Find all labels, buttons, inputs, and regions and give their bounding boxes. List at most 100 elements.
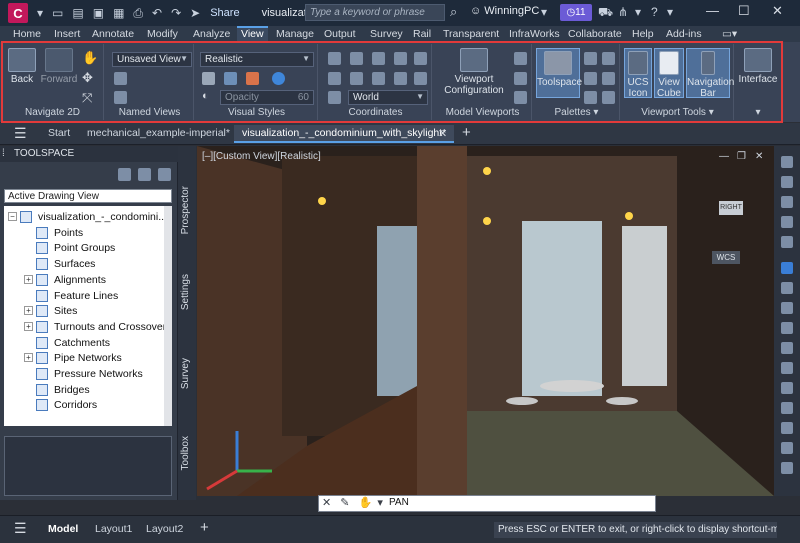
- ucs-icon-9[interactable]: [394, 72, 407, 85]
- undo-icon[interactable]: ↶: [152, 6, 162, 20]
- join-viewports-icon[interactable]: [514, 72, 527, 85]
- nav-item-icon-7[interactable]: [781, 302, 793, 314]
- command-customize-icon[interactable]: ✎: [340, 497, 349, 509]
- help-icon[interactable]: ?: [651, 5, 658, 19]
- viewport-close-icon[interactable]: ✕: [755, 151, 763, 162]
- view-manager-icon[interactable]: [114, 72, 127, 85]
- named-view-dropdown[interactable]: Unsaved View ▼: [112, 52, 192, 67]
- interface-button[interactable]: Interface: [738, 48, 778, 85]
- user-account[interactable]: ☺ WinningPC: [470, 5, 539, 17]
- forward-button[interactable]: Forward: [40, 48, 78, 85]
- app-logo[interactable]: C: [8, 3, 28, 23]
- nav-item-icon-2[interactable]: [781, 196, 793, 208]
- tree-item-bridges[interactable]: Bridges: [36, 382, 90, 397]
- expand-icon[interactable]: +: [24, 322, 33, 331]
- collapse-icon[interactable]: −: [8, 212, 17, 221]
- view-cube-button[interactable]: View Cube: [654, 48, 684, 99]
- tree-item-sites[interactable]: + Sites: [24, 303, 77, 318]
- sheet-set-icon[interactable]: [584, 91, 597, 104]
- sidetab-prospector[interactable]: Prospector: [180, 186, 191, 234]
- tree-item-point-groups[interactable]: Point Groups: [36, 240, 115, 255]
- tab-mechanical-example[interactable]: mechanical_example-imperial*: [87, 127, 230, 139]
- expand-icon[interactable]: +: [24, 353, 33, 362]
- nav-item-icon-5[interactable]: [781, 262, 793, 274]
- tab-rail[interactable]: Rail: [413, 28, 431, 40]
- tab-home[interactable]: Home: [13, 28, 41, 40]
- sidetab-survey[interactable]: Survey: [180, 358, 191, 389]
- tree-item-alignments[interactable]: + Alignments: [24, 272, 106, 287]
- ribbon-toggle-icon[interactable]: ▭▾: [722, 28, 737, 40]
- ucs-icon-3[interactable]: [372, 52, 385, 65]
- active-drawing-view-dropdown[interactable]: Active Drawing View: [4, 189, 172, 203]
- nav-item-icon-6[interactable]: [781, 282, 793, 294]
- new-view-icon[interactable]: [114, 91, 127, 104]
- network-dropdown-icon[interactable]: ▾: [635, 5, 641, 19]
- print-icon[interactable]: ⎙: [133, 6, 143, 21]
- face-style-icon[interactable]: [224, 72, 237, 85]
- tab-help[interactable]: Help: [632, 28, 654, 40]
- opacity-toggle-icon[interactable]: ◐: [202, 90, 209, 102]
- user-dropdown-icon[interactable]: ▾: [541, 5, 547, 19]
- save-icon[interactable]: ▣: [93, 6, 104, 20]
- nav-item-icon-11[interactable]: [781, 382, 793, 394]
- nav-item-icon-9[interactable]: [781, 342, 793, 354]
- expand-icon[interactable]: +: [24, 306, 33, 315]
- open-folder-icon[interactable]: ▤: [72, 6, 83, 20]
- coordinates-dropdown[interactable]: World ▼: [348, 90, 428, 105]
- toolspace-item-icon-2[interactable]: [138, 168, 151, 181]
- wcs-menu[interactable]: WCS: [712, 251, 740, 264]
- nav-item-icon-4[interactable]: [781, 236, 793, 248]
- maximize-button[interactable]: ☐: [738, 3, 750, 19]
- model-viewport[interactable]: [–][Custom View][Realistic] — ❐ ✕ RIGHT …: [197, 146, 774, 496]
- minimize-button[interactable]: —: [706, 3, 719, 18]
- edge-effects-icon[interactable]: [202, 72, 215, 85]
- notification-badge[interactable]: ◷ 11: [560, 4, 592, 21]
- ucs-icon-4[interactable]: [394, 52, 407, 65]
- menu-chevron-icon[interactable]: ▾: [37, 6, 43, 20]
- viewport-configuration-button[interactable]: Viewport Configuration: [438, 48, 510, 96]
- sidetab-settings[interactable]: Settings: [180, 274, 191, 310]
- tree-item-turnouts[interactable]: + Turnouts and Crossovers: [24, 319, 172, 334]
- search-input[interactable]: Type a keyword or phrase: [305, 4, 445, 21]
- share-button[interactable]: Share: [210, 7, 239, 19]
- restore-viewports-icon[interactable]: [514, 91, 527, 104]
- hamburger-menu-icon[interactable]: ☰: [14, 125, 27, 142]
- tab-model[interactable]: Model: [48, 523, 78, 535]
- tab-modify[interactable]: Modify: [147, 28, 178, 40]
- tree-item-corridors[interactable]: Corridors: [36, 397, 97, 412]
- tree-item-pipe-networks[interactable]: + Pipe Networks: [24, 350, 122, 365]
- search-icon[interactable]: ⌕: [450, 4, 457, 20]
- network-icon[interactable]: ⋔: [618, 5, 628, 19]
- nav-item-icon-3[interactable]: [781, 216, 793, 228]
- tree-item-pressure-networks[interactable]: Pressure Networks: [36, 366, 143, 381]
- ucs-icon-6[interactable]: [328, 72, 341, 85]
- sidetab-toolbox[interactable]: Toolbox: [180, 436, 191, 470]
- nav-item-icon-13[interactable]: [781, 422, 793, 434]
- tool-palettes-icon[interactable]: [584, 72, 597, 85]
- named-viewports-icon[interactable]: [514, 52, 527, 65]
- nav-item-icon-12[interactable]: [781, 402, 793, 414]
- command-close-icon[interactable]: ✕: [322, 497, 331, 509]
- nav-item-icon-1[interactable]: [781, 176, 793, 188]
- tab-start[interactable]: Start: [48, 127, 70, 139]
- nav-item-icon-14[interactable]: [781, 442, 793, 454]
- tab-view[interactable]: View: [237, 26, 268, 42]
- tab-annotate[interactable]: Annotate: [92, 28, 134, 40]
- tree-item-catchments[interactable]: Catchments: [36, 335, 110, 350]
- ucs-icon-5[interactable]: [414, 52, 427, 65]
- close-tab-icon[interactable]: ✕: [438, 127, 447, 140]
- ucs-icon-2[interactable]: [350, 52, 363, 65]
- toolspace-button[interactable]: Toolspace: [536, 48, 582, 98]
- visual-style-dropdown[interactable]: Realistic ▼: [200, 52, 314, 67]
- sphere-icon[interactable]: [272, 72, 285, 85]
- close-button[interactable]: ✕: [772, 3, 783, 19]
- tab-visualization-condominium[interactable]: visualization_-_condominium_with_skyligh…: [234, 125, 455, 143]
- tab-layout1[interactable]: Layout1: [95, 523, 132, 535]
- nav-item-icon-10[interactable]: [781, 362, 793, 374]
- ucs-icon-8[interactable]: [372, 72, 385, 85]
- nav-item-icon-15[interactable]: [781, 462, 793, 474]
- tree-item-points[interactable]: Points: [36, 225, 83, 240]
- tab-infraworks[interactable]: InfraWorks: [509, 28, 560, 40]
- viewport-minimize-icon[interactable]: —: [719, 151, 729, 162]
- nav-item-icon-8[interactable]: [781, 322, 793, 334]
